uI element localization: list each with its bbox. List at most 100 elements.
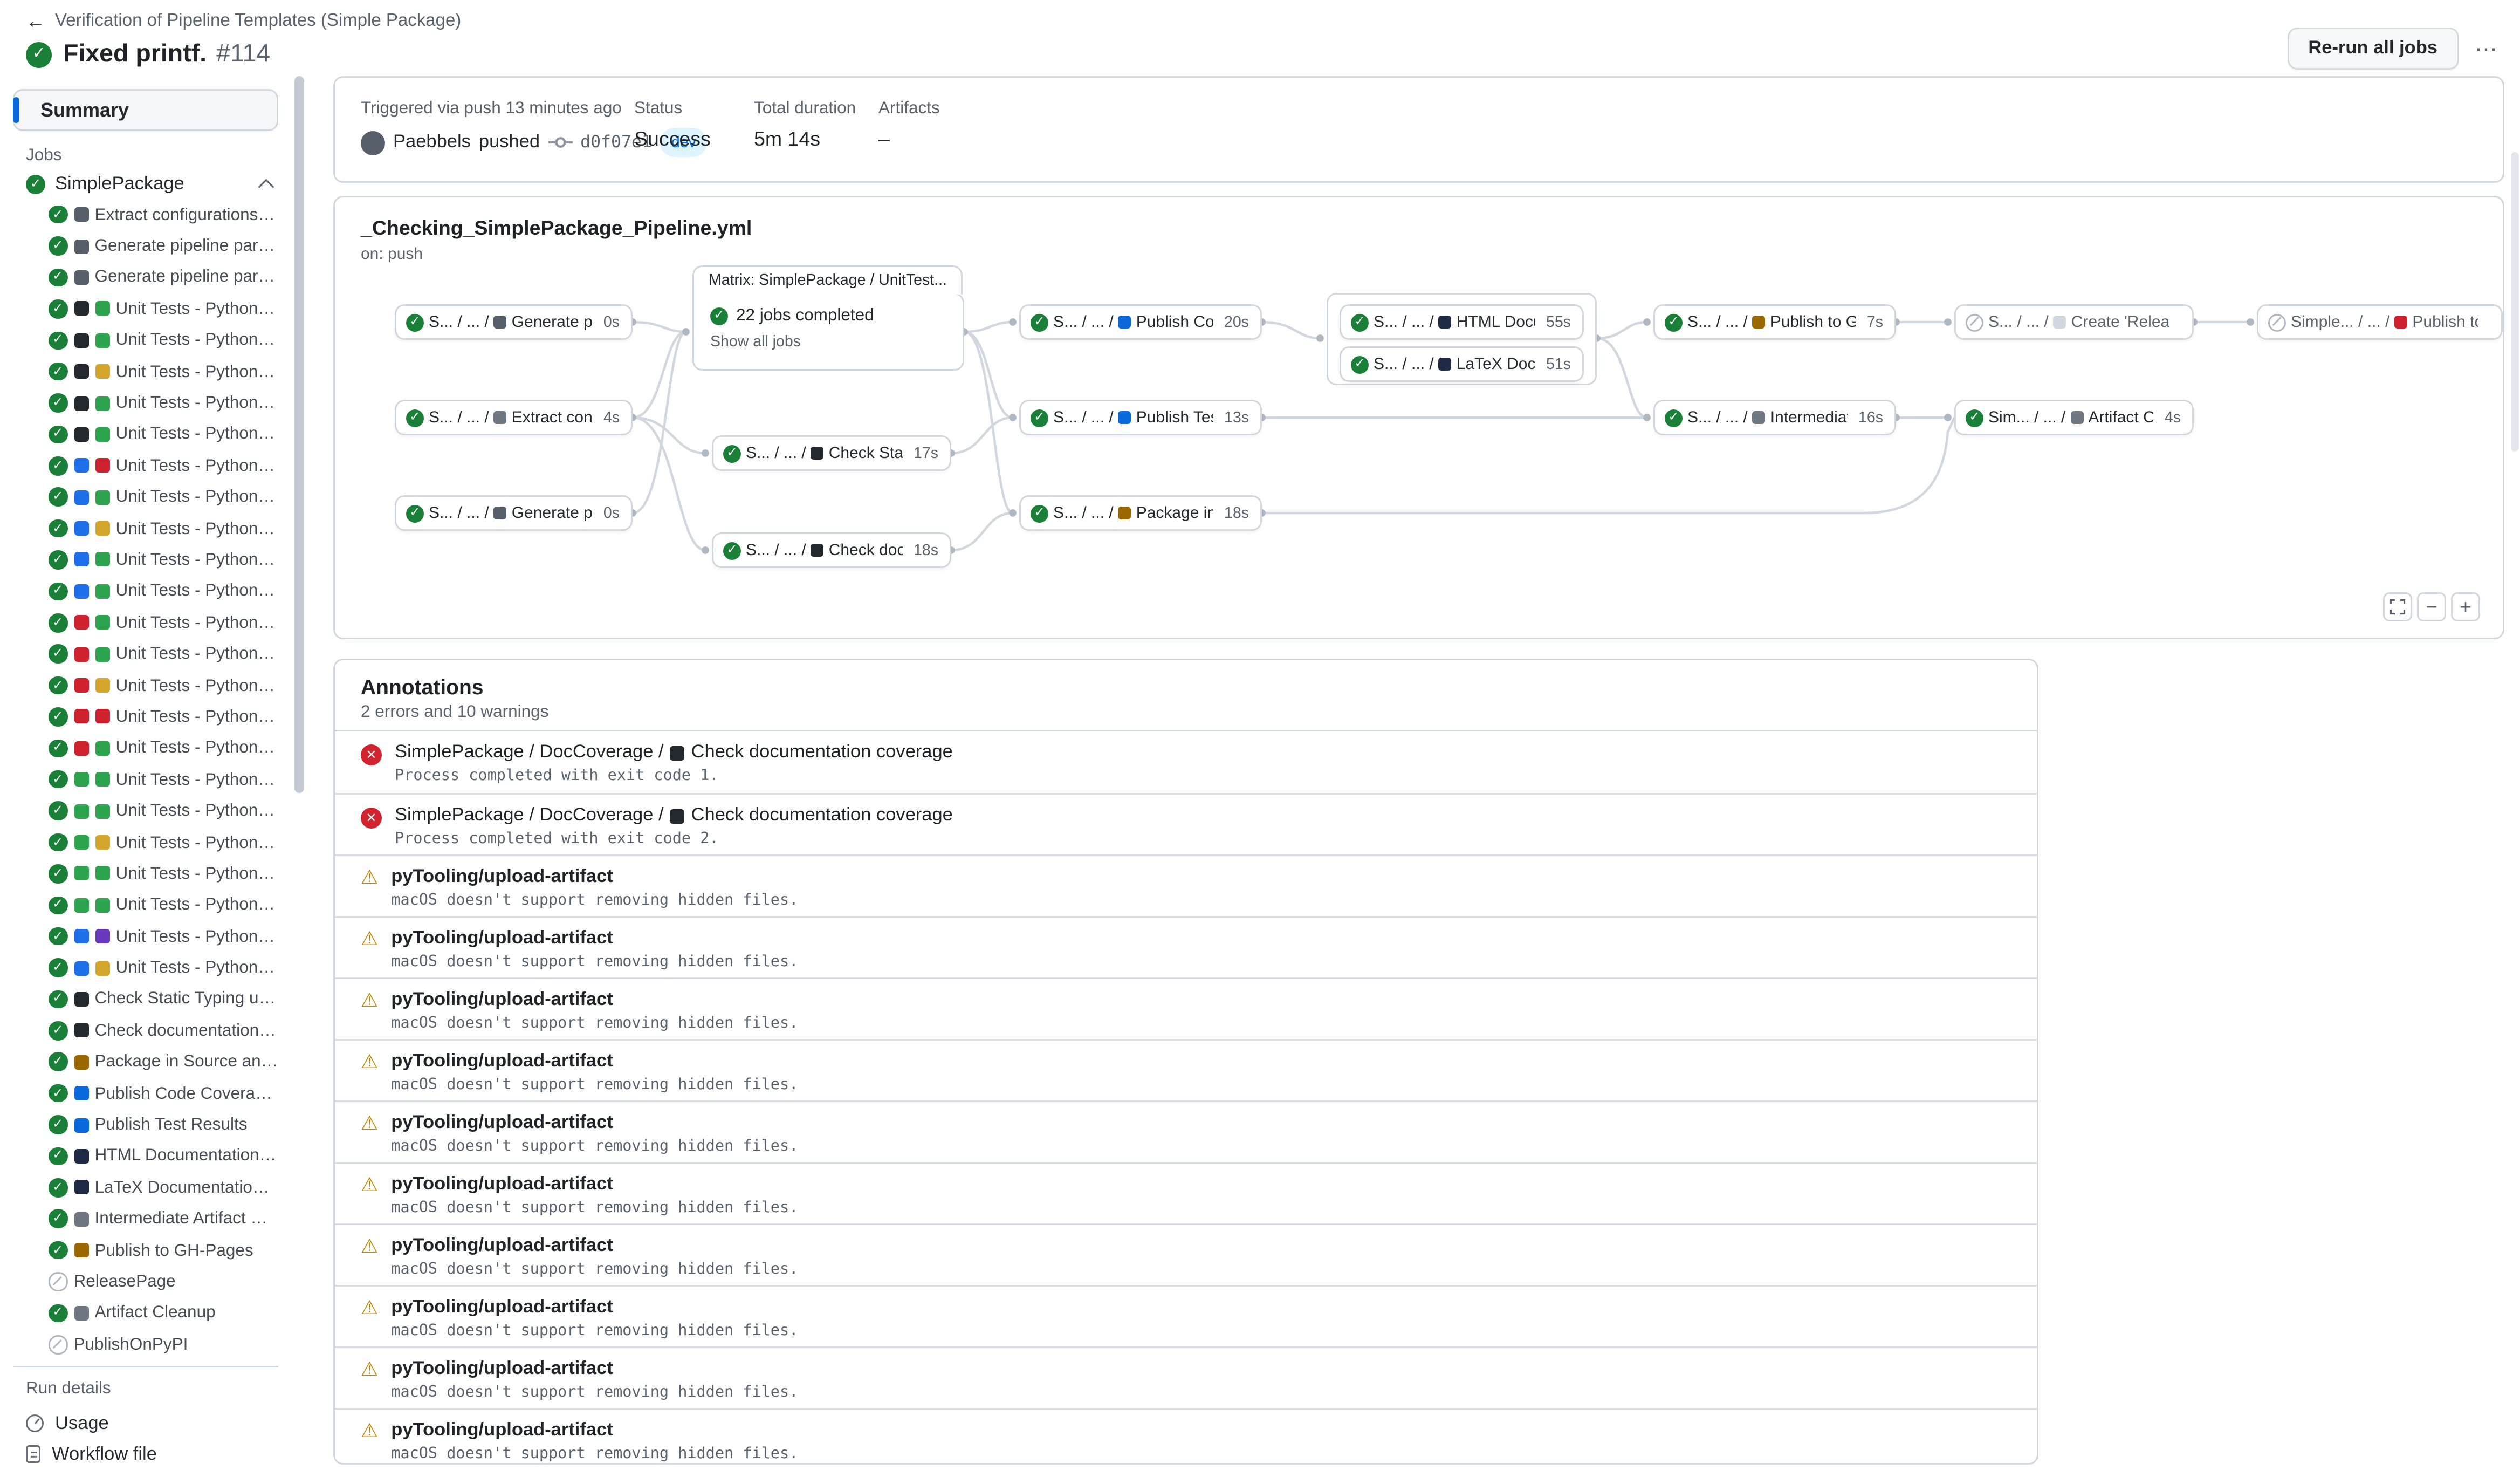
workflow-job-node[interactable]: S... / ... / LaTeX Docume... 51s bbox=[1340, 346, 1584, 382]
kebab-menu-button[interactable]: ⋯ bbox=[2468, 28, 2504, 70]
annotation-message: macOS doesn't support removing hidden fi… bbox=[391, 1199, 798, 1219]
sidebar-job[interactable]: Unit Tests - Python 3.9 bbox=[0, 764, 291, 795]
annotation-row[interactable]: pyTooling/upload-artifact macOS doesn't … bbox=[335, 977, 2037, 1039]
workflow-job-node[interactable]: S... / ... / Package in Sou... 18s bbox=[1019, 495, 1262, 531]
sidebar-job[interactable]: Intermediate Artifact Cleanup bbox=[0, 1204, 291, 1235]
avatar[interactable] bbox=[361, 131, 385, 155]
workflow-job-node[interactable]: S... / ... / Check Static Ty... 17s bbox=[712, 435, 951, 471]
job-os-icon bbox=[74, 1149, 88, 1164]
sidebar-job[interactable]: Unit Tests - Python 3.10 bbox=[0, 795, 291, 826]
annotation-row[interactable]: pyTooling/upload-artifact macOS doesn't … bbox=[335, 1346, 2037, 1408]
workflow-job-node[interactable]: S... / ... / Intermediate A... 16s bbox=[1653, 400, 1896, 435]
sidebar-item-usage[interactable]: Usage bbox=[26, 1408, 278, 1439]
sidebar-job[interactable]: Publish to GH-Pages bbox=[0, 1235, 291, 1266]
node-job-icon bbox=[2054, 316, 2066, 329]
annotation-row[interactable]: SimplePackage / DocCoverage / Check docu… bbox=[335, 731, 2037, 793]
sidebar-job[interactable]: Unit Tests - Python 3.12 bbox=[0, 952, 291, 983]
matrix-tab[interactable]: Matrix: SimplePackage / UnitTest... bbox=[692, 265, 963, 295]
workflow-job-node[interactable]: S... / ... / Publish Code C... 20s bbox=[1019, 304, 1262, 340]
annotation-row[interactable]: pyTooling/upload-artifact macOS doesn't … bbox=[335, 916, 2037, 977]
annotation-row[interactable]: pyTooling/upload-artifact macOS doesn't … bbox=[335, 1285, 2037, 1346]
annotation-row[interactable]: pyTooling/upload-artifact macOS doesn't … bbox=[335, 854, 2037, 916]
matrix-status-row: 22 jobs completed bbox=[710, 306, 946, 325]
sidebar-job[interactable]: Publish Code Coverage Results bbox=[0, 1078, 291, 1109]
sidebar-job[interactable]: Generate pipeline parameters bbox=[0, 262, 291, 293]
workflow-job-node[interactable]: Simple... / ... / Publish to PyPI bbox=[2257, 304, 2503, 340]
sidebar-job[interactable]: ReleasePage bbox=[0, 1266, 291, 1297]
sidebar-job[interactable]: PublishOnPyPI bbox=[0, 1329, 291, 1360]
sidebar-item-workflow-file[interactable]: Workflow file bbox=[26, 1439, 278, 1470]
annotation-message: macOS doesn't support removing hidden fi… bbox=[391, 1015, 798, 1034]
node-duration: 51s bbox=[1540, 355, 1571, 373]
workflow-job-node[interactable]: S... / ... / Generate pipelin... 0s bbox=[395, 304, 633, 340]
zoom-in-button[interactable]: + bbox=[2451, 592, 2480, 621]
sidebar-job[interactable]: Unit Tests - Python 3.12 bbox=[0, 701, 291, 733]
rerun-all-jobs-button[interactable]: Re-run all jobs bbox=[2287, 28, 2459, 70]
back-arrow-icon[interactable]: ← bbox=[26, 10, 45, 32]
sidebar-item-summary[interactable]: Summary bbox=[13, 89, 278, 131]
success-icon bbox=[1031, 504, 1048, 522]
sidebar-job[interactable]: HTML Documentation using ... bbox=[0, 1140, 291, 1172]
workflow-job-node[interactable]: S... / ... / Generate pipelin... 0s bbox=[395, 495, 633, 531]
job-label: Publish Code Coverage Results bbox=[95, 1084, 279, 1103]
sidebar-scrollbar-thumb[interactable] bbox=[294, 76, 304, 793]
sidebar-job[interactable]: Unit Tests - Python 3.11 bbox=[0, 513, 291, 544]
page-scrollbar-thumb[interactable] bbox=[2510, 152, 2518, 452]
sidebar-job[interactable]: Unit Tests - Python 3.12 bbox=[0, 544, 291, 576]
sidebar-job[interactable]: LaTeX Documentation using ... bbox=[0, 1172, 291, 1203]
zoom-out-button[interactable]: − bbox=[2417, 592, 2446, 621]
sidebar-job[interactable]: Publish Test Results bbox=[0, 1109, 291, 1140]
sidebar-job[interactable]: Artifact Cleanup bbox=[0, 1297, 291, 1329]
sidebar-job[interactable]: Unit Tests - Python 3.9 bbox=[0, 293, 291, 325]
workflow-job-node[interactable]: S... / ... / Publish to GH-P... 7s bbox=[1653, 304, 1896, 340]
sidebar-job[interactable]: Unit Tests - Python 3.11 bbox=[0, 356, 291, 387]
sidebar-job[interactable]: Unit Tests - Python 3.13 bbox=[0, 890, 291, 921]
sidebar-job[interactable]: Unit Tests - Python 3.10 bbox=[0, 638, 291, 669]
job-os-icon bbox=[74, 616, 88, 630]
sidebar-job[interactable]: Unit Tests - Python 3.13 bbox=[0, 576, 291, 607]
annotation-row[interactable]: SimplePackage / DocCoverage / Check docu… bbox=[335, 793, 2037, 854]
sidebar-job[interactable]: Unit Tests - Python 3.13 bbox=[0, 733, 291, 764]
sidebar-job[interactable]: Unit Tests - Python 3.10 bbox=[0, 482, 291, 513]
sidebar-job[interactable]: Generate pipeline parameters bbox=[0, 230, 291, 262]
job-label: Artifact Cleanup bbox=[95, 1303, 216, 1323]
sidebar-job[interactable]: Unit Tests - Python 3.10 bbox=[0, 325, 291, 356]
annotation-row[interactable]: pyTooling/upload-artifact macOS doesn't … bbox=[335, 1162, 2037, 1223]
workflow-job-node[interactable]: S... / ... / HTML Docume... 55s bbox=[1340, 304, 1584, 340]
annotation-body: pyTooling/upload-artifact macOS doesn't … bbox=[391, 990, 798, 1034]
job-lang-icon bbox=[95, 866, 109, 881]
annotation-row[interactable]: pyTooling/upload-artifact macOS doesn't … bbox=[335, 1223, 2037, 1285]
annotation-row[interactable]: pyTooling/upload-artifact macOS doesn't … bbox=[335, 1100, 2037, 1162]
job-os-icon bbox=[74, 1086, 88, 1100]
breadcrumb[interactable]: ← Verification of Pipeline Templates (Si… bbox=[26, 10, 2494, 32]
fullscreen-button[interactable] bbox=[2383, 592, 2412, 621]
workflow-job-node[interactable]: Sim... / ... / Artifact Cleanup 4s bbox=[1954, 400, 2194, 435]
sidebar-job[interactable]: Check documentation covera... bbox=[0, 1015, 291, 1046]
workflow-job-node[interactable]: S... / ... / Extract configur... 4s bbox=[395, 400, 633, 435]
chevron-up-icon[interactable] bbox=[258, 179, 274, 195]
show-all-jobs-link[interactable]: Show all jobs bbox=[710, 333, 946, 351]
sidebar-job[interactable]: Unit Tests - Python 3.11 bbox=[0, 670, 291, 701]
workflow-job-node[interactable]: S... / ... / Create 'Release Pa... bbox=[1954, 304, 2194, 340]
sidebar-job[interactable]: Unit Tests - Python 3.9 bbox=[0, 450, 291, 481]
sidebar-job[interactable]: Check Static Typing using Pyt... bbox=[0, 983, 291, 1015]
annotation-row[interactable]: pyTooling/upload-artifact macOS doesn't … bbox=[335, 1408, 2037, 1465]
run-number: #114 bbox=[216, 40, 270, 70]
page-scrollbar[interactable] bbox=[2510, 152, 2520, 1477]
actor-name[interactable]: Paebbels bbox=[393, 131, 471, 155]
sidebar-group-simplepackage[interactable]: SimplePackage bbox=[0, 170, 291, 199]
sidebar-job[interactable]: Unit Tests - Python 3.9 bbox=[0, 607, 291, 638]
sidebar-job[interactable]: Extract configurations from p... bbox=[0, 199, 291, 230]
sidebar-scrollbar[interactable] bbox=[291, 76, 307, 1477]
sidebar-job[interactable]: Unit Tests - Python 3.11 bbox=[0, 826, 291, 858]
matrix-box[interactable]: 22 jobs completed Show all jobs bbox=[692, 293, 964, 371]
sidebar-job[interactable]: Package in Source and Wheel... bbox=[0, 1047, 291, 1078]
sidebar-job[interactable]: Unit Tests - Python 3.12 bbox=[0, 921, 291, 952]
sidebar-job[interactable]: Unit Tests - Python 3.12 bbox=[0, 858, 291, 890]
sidebar-job[interactable]: Unit Tests - Python 3.13 bbox=[0, 419, 291, 450]
sidebar-job[interactable]: Unit Tests - Python 3.12 bbox=[0, 387, 291, 419]
annotation-row[interactable]: pyTooling/upload-artifact macOS doesn't … bbox=[335, 1039, 2037, 1100]
breadcrumb-text[interactable]: Verification of Pipeline Templates (Simp… bbox=[55, 11, 461, 31]
workflow-job-node[interactable]: S... / ... / Check docume... 18s bbox=[712, 532, 951, 568]
workflow-job-node[interactable]: S... / ... / Publish Test Re... 13s bbox=[1019, 400, 1262, 435]
